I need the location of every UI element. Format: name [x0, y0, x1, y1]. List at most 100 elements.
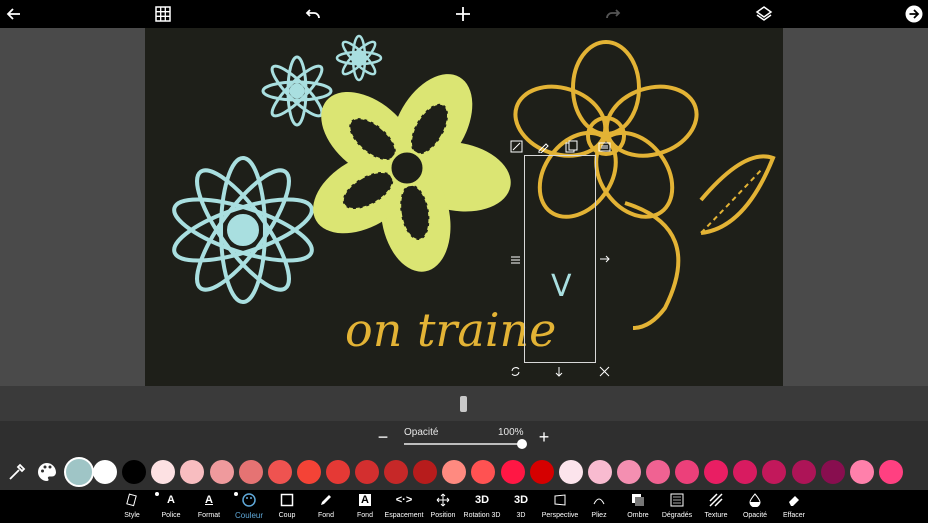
- tool-label: Coup: [278, 512, 296, 519]
- color-swatch[interactable]: [849, 460, 874, 484]
- tool-degrades[interactable]: Dégradés: [657, 491, 697, 522]
- tool-position[interactable]: Position: [423, 491, 463, 522]
- keyboard-handle[interactable]: [596, 138, 612, 154]
- opacity-decrease-button[interactable]: −: [374, 426, 392, 448]
- rotate-icon: [511, 366, 519, 376]
- color-swatch[interactable]: [267, 460, 292, 484]
- perspective-icon: [553, 491, 567, 508]
- delete-handle[interactable]: [596, 363, 612, 379]
- selection-box[interactable]: [524, 155, 596, 363]
- grid-button[interactable]: [151, 2, 175, 26]
- eyedropper-button[interactable]: [5, 460, 29, 484]
- align-icon: [510, 256, 520, 263]
- tool-style[interactable]: Style: [112, 491, 152, 522]
- pen-plus-icon: [538, 142, 549, 153]
- panel-drag-handle[interactable]: [460, 396, 467, 412]
- keyboard-icon: [598, 142, 610, 151]
- color-swatch[interactable]: [646, 460, 670, 484]
- color-swatch[interactable]: [616, 460, 641, 484]
- color-swatch[interactable]: [413, 460, 438, 484]
- glyph-icon: A: [359, 493, 371, 506]
- tool-format[interactable]: A Format: [189, 491, 229, 522]
- grid-icon: [155, 6, 171, 22]
- color-swatch[interactable]: [238, 460, 263, 484]
- tool-label: Style: [124, 512, 140, 519]
- color-swatch[interactable]: [558, 460, 583, 484]
- tool-label: Dégradés: [661, 512, 693, 519]
- back-button[interactable]: [2, 2, 26, 26]
- resize-handle[interactable]: [508, 138, 524, 154]
- design-canvas[interactable]: on traine V: [145, 28, 783, 386]
- opacity-increase-button[interactable]: +: [535, 426, 553, 448]
- color-swatch[interactable]: [64, 457, 94, 487]
- tool-pliez[interactable]: Pliez: [579, 491, 619, 522]
- shadow-icon: [631, 491, 645, 508]
- opacity-slider-track[interactable]: [404, 443, 522, 445]
- undo-button[interactable]: [301, 2, 325, 26]
- top-bar: [0, 0, 928, 28]
- color-swatch[interactable]: [500, 460, 525, 484]
- close-icon: [599, 366, 609, 376]
- eyedropper-icon: [9, 463, 26, 480]
- stretch-height-handle[interactable]: [551, 363, 567, 379]
- color-swatch[interactable]: [704, 460, 729, 484]
- color-swatch[interactable]: [93, 460, 118, 484]
- tool-3d[interactable]: 3D 3D: [501, 491, 541, 522]
- blue-flower-medium: [261, 55, 333, 127]
- redo-button[interactable]: [601, 2, 625, 26]
- color-swatch[interactable]: [384, 460, 409, 484]
- style-icon: [125, 491, 139, 508]
- police-indicator-dot: [155, 492, 159, 496]
- square-outline-icon: [280, 491, 294, 508]
- color-picker-button[interactable]: [35, 460, 59, 484]
- tool-label: Police: [161, 512, 181, 519]
- app: on traine V − Opacité 100% + Style A Pol…: [0, 0, 928, 523]
- tool-ombre[interactable]: Ombre: [618, 491, 658, 522]
- color-swatch[interactable]: [209, 460, 234, 484]
- color-swatch[interactable]: [878, 460, 903, 484]
- glyph-icon: 3D: [474, 493, 490, 506]
- tool-espacement[interactable]: <·> Espacement: [384, 491, 424, 522]
- edit-handle[interactable]: [535, 138, 551, 154]
- glyph-icon: <·>: [395, 493, 413, 506]
- stretch-width-handle[interactable]: [596, 251, 612, 267]
- tool-opacite[interactable]: Opacité: [735, 491, 775, 522]
- undo-icon: [305, 9, 320, 19]
- tool-fond[interactable]: Fond: [306, 491, 346, 522]
- opacity-slider-thumb[interactable]: [517, 439, 527, 449]
- color-swatch[interactable]: [355, 460, 379, 484]
- tool-label: 3D: [516, 512, 526, 519]
- tool-texture[interactable]: Texture: [696, 491, 736, 522]
- tool-label: Fond: [357, 512, 373, 519]
- glyph-icon: A: [167, 493, 175, 506]
- tool-label: Position: [430, 512, 456, 519]
- add-button[interactable]: [451, 2, 475, 26]
- color-swatch[interactable]: [296, 460, 321, 484]
- texture-icon: [709, 491, 723, 508]
- color-swatch[interactable]: [325, 460, 350, 484]
- blue-flower-large: [172, 156, 314, 304]
- tool-effacer[interactable]: Effacer: [774, 491, 814, 522]
- tool-rotation-3d[interactable]: 3D Rotation 3D: [462, 491, 502, 522]
- color-swatch[interactable]: [587, 460, 612, 484]
- color-swatch[interactable]: [820, 460, 845, 484]
- redo-icon: [606, 9, 621, 19]
- layers-button[interactable]: [752, 2, 776, 26]
- next-button[interactable]: [902, 2, 926, 26]
- rotate-handle[interactable]: [507, 363, 523, 379]
- tool-coup[interactable]: Coup: [267, 491, 307, 522]
- tool-label: Couleur: [234, 511, 263, 520]
- duplicate-handle[interactable]: [563, 138, 579, 154]
- tool-fond[interactable]: A Fond: [345, 491, 385, 522]
- eraser-icon: [787, 491, 801, 508]
- gradient-icon: [670, 491, 684, 508]
- color-swatch[interactable]: [529, 460, 554, 484]
- color-swatch[interactable]: [791, 460, 816, 484]
- tool-label: Format: [197, 512, 221, 519]
- color-swatch[interactable]: [122, 460, 147, 484]
- align-left-handle[interactable]: [507, 251, 523, 267]
- color-swatch[interactable]: [675, 460, 700, 484]
- tool-label: Espacement: [384, 512, 424, 519]
- tool-perspective[interactable]: Perspective: [540, 491, 580, 522]
- layers-icon: [755, 6, 773, 21]
